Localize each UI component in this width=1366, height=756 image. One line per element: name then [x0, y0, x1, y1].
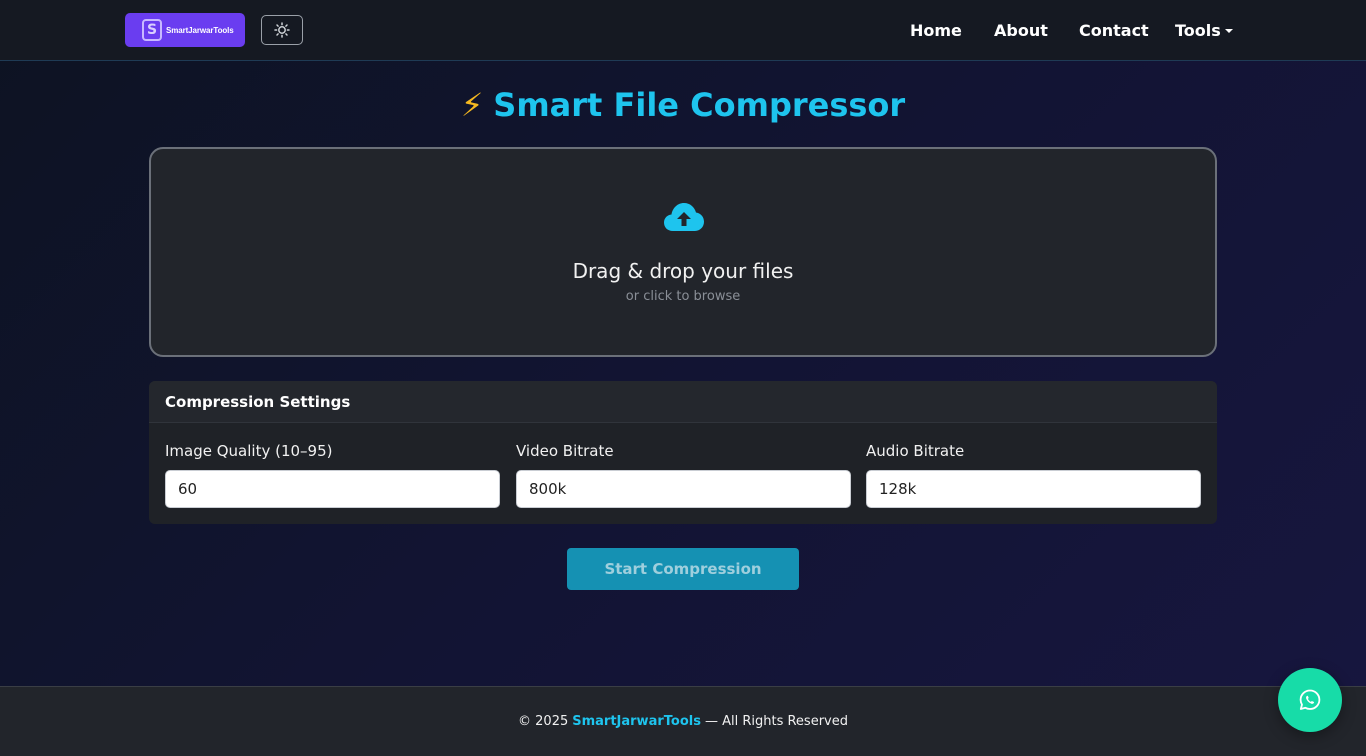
- nav-dropdown-tools[interactable]: Tools: [1175, 21, 1233, 40]
- nav-links: Home About Contact Tools: [0, 0, 1366, 61]
- footer-brand-link[interactable]: SmartJarwarTools: [572, 714, 701, 729]
- page-title-text: Smart File Compressor: [493, 86, 906, 124]
- nav-link-about[interactable]: About: [994, 21, 1048, 40]
- page-title: ⚡ Smart File Compressor: [0, 86, 1366, 124]
- nav-link-home[interactable]: Home: [910, 21, 962, 40]
- lightning-icon: ⚡: [460, 86, 484, 124]
- video-bitrate-input[interactable]: [516, 470, 851, 508]
- image-quality-label: Image Quality (10–95): [165, 442, 333, 460]
- navbar: S SmartJarwarTools Home About Contact To…: [0, 0, 1366, 61]
- audio-bitrate-label: Audio Bitrate: [866, 442, 965, 460]
- nav-link-contact[interactable]: Contact: [1079, 21, 1149, 40]
- file-dropzone[interactable]: Drag & drop your files or click to brows…: [149, 147, 1217, 357]
- audio-bitrate-input[interactable]: [866, 470, 1201, 508]
- nav-tools-label: Tools: [1175, 21, 1221, 40]
- dropzone-subtitle: or click to browse: [625, 289, 741, 304]
- card-header: Compression Settings: [149, 381, 1217, 423]
- whatsapp-button[interactable]: [1278, 668, 1342, 732]
- caret-down-icon: [1224, 29, 1233, 33]
- footer: © 2025 SmartJarwarTools — All Rights Res…: [0, 686, 1366, 756]
- start-compression-button[interactable]: Start Compression: [567, 548, 799, 590]
- dropzone-title: Drag & drop your files: [572, 259, 794, 283]
- image-quality-input[interactable]: [165, 470, 500, 508]
- video-bitrate-label: Video Bitrate: [516, 442, 614, 460]
- footer-rights: — All Rights Reserved: [704, 714, 848, 729]
- cloud-upload-icon: [664, 203, 704, 231]
- compression-settings-card: Compression Settings Image Quality (10–9…: [149, 381, 1217, 524]
- whatsapp-icon: [1299, 689, 1321, 710]
- footer-copyright: © 2025: [518, 714, 569, 729]
